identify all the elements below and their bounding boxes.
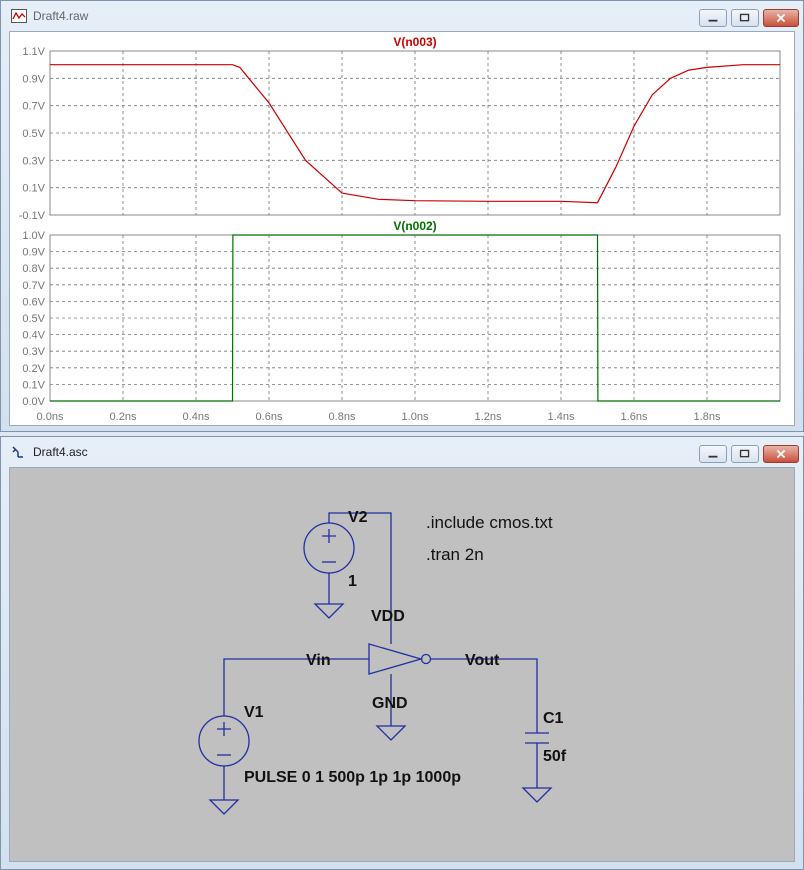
x-tick-label: 0.8ns [329,411,356,423]
bottom-plot-y-ticks: 1.0V 0.9V 0.8V 0.7V 0.6V 0.5V 0.4V 0.3V 0.2V 0.1V… [22,230,45,408]
include-directive[interactable]: .include cmos.txt [426,513,553,532]
schematic-window-title: Draft4.asc [33,445,88,459]
top-y-tick-label: -0.1V [19,210,46,222]
bottom-y-tick-label: 0.1V [22,379,45,391]
schematic-app-icon [12,446,23,458]
waveform-close-button[interactable] [763,9,799,27]
x-tick-label: 1.8ns [694,411,721,423]
waveform-pane[interactable]: 1.1V 0.9V 0.7V 0.5V 0.3V 0.1V -0.1V V(n003) 1.… [9,31,795,426]
top-y-tick-label: 0.9V [22,73,45,85]
waveform-window[interactable]: Draft4.raw 1.1V 0.9V 0.7V 0.5V 0.3V 0.1V -0.1V… [0,0,804,432]
close-icon [776,449,786,459]
bottom-y-tick-label: 0.7V [22,280,45,292]
waveform-titlebar[interactable]: Draft4.raw [1,1,803,31]
c1-name-label[interactable]: C1 [543,710,564,727]
schematic-canvas[interactable]: V2 1 VDD GND Vin Vout V1 PULSE 0 1 500p … [9,467,795,862]
bottom-y-tick-label: 0.4V [22,330,45,342]
bottom-y-tick-label: 0.0V [22,396,45,408]
bottom-y-tick-label: 0.6V [22,296,45,308]
restore-icon [739,449,750,458]
schematic-window[interactable]: Draft4.asc V2 1 VDD GND Vin Vout V1 PULS… [0,436,804,870]
x-tick-label: 1.4ns [548,411,575,423]
bottom-y-tick-label: 0.5V [22,313,45,325]
x-tick-label: 1.6ns [621,411,648,423]
vout-net-label[interactable]: Vout [465,652,500,669]
top-trace-label[interactable]: V(n003) [393,35,436,49]
waveform-minimize-button[interactable] [699,9,727,27]
waveform-maximize-button[interactable] [731,9,759,27]
top-y-tick-label: 0.7V [22,101,45,113]
top-y-tick-label: 0.5V [22,128,45,140]
vin-net-label[interactable]: Vin [306,652,331,669]
v1-value-label[interactable]: PULSE 0 1 500p 1p 1p 1000p [244,769,461,786]
schematic-titlebar[interactable]: Draft4.asc [1,437,803,467]
x-tick-label: 1.2ns [475,411,502,423]
top-y-tick-label: 0.3V [22,155,45,167]
x-tick-label: 0.0ns [37,411,64,423]
schematic-maximize-button[interactable] [731,445,759,463]
v2-name-label[interactable]: V2 [348,509,368,526]
gnd-net-label[interactable]: GND [372,695,408,712]
bottom-y-tick-label: 0.8V [22,263,45,275]
waveform-window-title: Draft4.raw [33,9,89,23]
x-axis-ticks: 0.0ns 0.2ns 0.4ns 0.6ns 0.8ns 1.0ns 1.2ns 1.4ns… [37,411,721,423]
waveform-plots[interactable]: 1.1V 0.9V 0.7V 0.5V 0.3V 0.1V -0.1V V(n003) 1.… [10,32,794,425]
minimize-icon [708,455,718,458]
top-plot-y-ticks: 1.1V 0.9V 0.7V 0.5V 0.3V 0.1V -0.1V [19,46,46,222]
v2-value-label[interactable]: 1 [348,573,357,590]
schematic-close-button[interactable] [763,445,799,463]
waveform-app-icon [11,9,27,23]
v1-name-label[interactable]: V1 [244,704,264,721]
vdd-net-label[interactable]: VDD [371,608,405,625]
bottom-y-tick-label: 0.3V [22,346,45,358]
minimize-icon [708,19,718,22]
top-y-tick-label: 1.1V [22,46,45,58]
x-tick-label: 0.6ns [256,411,283,423]
bottom-y-tick-label: 0.2V [22,363,45,375]
bottom-trace-label[interactable]: V(n002) [393,219,436,233]
schematic-drawing[interactable]: V2 1 VDD GND Vin Vout V1 PULSE 0 1 500p … [10,468,794,861]
x-tick-label: 1.0ns [402,411,429,423]
x-tick-label: 0.2ns [110,411,137,423]
bottom-y-tick-label: 0.9V [22,247,45,259]
top-y-tick-label: 0.1V [22,183,45,195]
close-icon [776,13,786,23]
bottom-y-tick-label: 1.0V [22,230,45,242]
restore-icon [739,13,750,22]
x-tick-label: 0.4ns [183,411,210,423]
schematic-minimize-button[interactable] [699,445,727,463]
c1-value-label[interactable]: 50f [543,748,567,765]
tran-directive[interactable]: .tran 2n [426,545,484,564]
inverter-symbol[interactable] [368,637,432,741]
v1-voltage-source[interactable] [198,715,250,815]
